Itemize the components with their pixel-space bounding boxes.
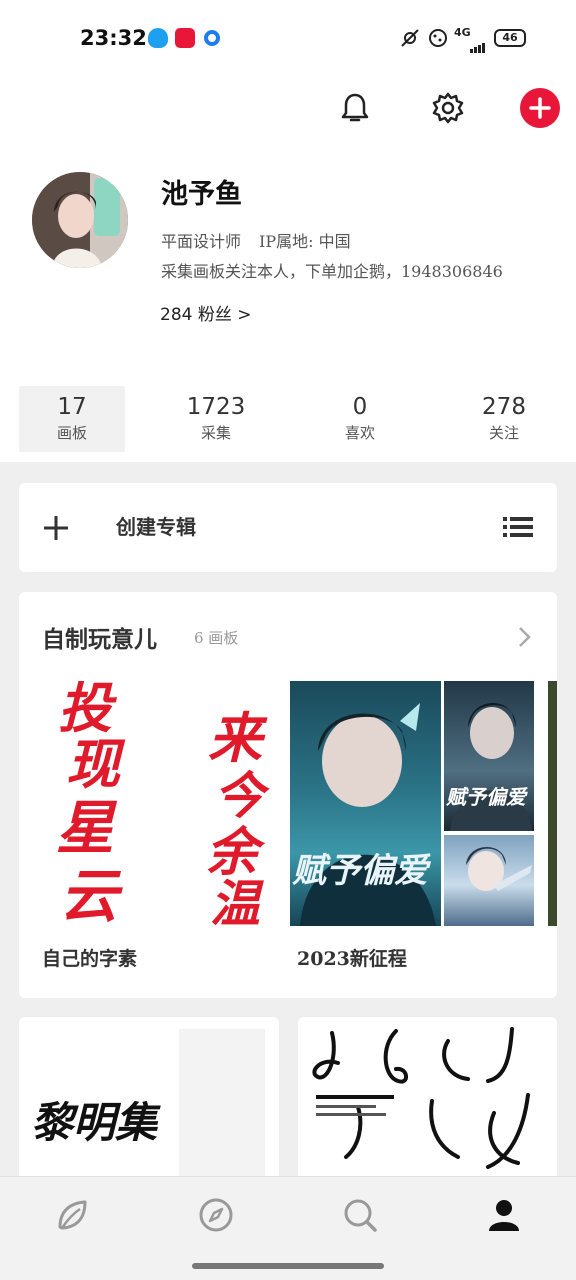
board-name: 自己的字素 xyxy=(42,948,138,970)
create-album-card[interactable]: 创建专辑 xyxy=(19,483,557,572)
leaf-icon xyxy=(58,1200,87,1230)
chevron-right-icon[interactable] xyxy=(517,626,533,648)
stat-number: 1723 xyxy=(186,394,246,420)
board-cover-poster-top[interactable]: 赋予偏爱 xyxy=(444,681,534,831)
add-button[interactable] xyxy=(520,88,560,128)
board-cover-calligraphy[interactable]: 投 现 星 云 来 今 余 温 xyxy=(38,681,282,926)
calligraphy-right-char: 今 xyxy=(214,766,264,825)
profile-name: 池予鱼 xyxy=(161,179,242,210)
board-cover-script xyxy=(312,1027,530,1169)
plus-icon xyxy=(529,97,551,119)
tab-search[interactable] xyxy=(340,1195,380,1235)
calligraphy-left-char: 投 xyxy=(58,681,112,740)
poster-title: 赋予偏爱 xyxy=(292,851,428,891)
board-card[interactable] xyxy=(298,1017,557,1187)
calligraphy-left-char: 云 xyxy=(60,862,119,926)
signal-icon xyxy=(470,38,486,53)
profile-bio: 采集画板关注本人，下单加企鹅，1948306846 xyxy=(161,262,503,281)
search-icon xyxy=(344,1199,377,1232)
stat-number: 0 xyxy=(352,394,368,420)
board-cover-partial xyxy=(548,681,557,926)
board-card[interactable]: 黎明集 xyxy=(19,1017,279,1187)
app-notification-icon xyxy=(175,28,195,48)
stat-likes[interactable]: 0 喜欢 xyxy=(307,386,413,452)
settings-button[interactable] xyxy=(428,88,468,128)
stat-boards[interactable]: 17 画板 xyxy=(19,386,125,452)
album-count: 6 画板 xyxy=(194,629,239,647)
stat-number: 278 xyxy=(482,394,526,420)
calligraphy-right-char: 余 xyxy=(206,822,259,883)
profile-meta: 平面设计师 IP属地: 中国 xyxy=(161,228,351,252)
create-album-label: 创建专辑 xyxy=(116,515,196,539)
profile-role: 平面设计师 xyxy=(161,232,242,251)
board-cover-placeholder xyxy=(179,1029,265,1187)
profile-ip: IP属地: 中国 xyxy=(259,232,351,251)
poster-title: 赋予偏爱 xyxy=(446,785,526,809)
notification-button[interactable] xyxy=(335,88,375,128)
avatar[interactable] xyxy=(32,172,128,268)
battery-indicator: 46 xyxy=(494,29,526,47)
stat-following[interactable]: 278 关注 xyxy=(451,386,557,452)
stat-number: 17 xyxy=(57,394,87,420)
album-card[interactable]: 自制玩意儿 6 画板 投 现 星 云 来 今 余 温 自己的字素 赋予偏爱 赋予… xyxy=(19,592,557,998)
calligraphy-left-char: 星 xyxy=(56,794,115,862)
calligraphy-right-char: 来 xyxy=(208,706,262,770)
compass-icon xyxy=(199,1198,233,1232)
gear-icon xyxy=(432,92,464,124)
cookie-icon xyxy=(428,28,448,48)
satellite-icon xyxy=(400,28,420,48)
board-cover-poster-main[interactable]: 赋予偏爱 xyxy=(290,681,441,926)
stat-label: 喜欢 xyxy=(344,424,375,442)
qq-icon xyxy=(148,28,168,48)
followers-link[interactable]: 284 粉丝 > xyxy=(160,300,252,325)
tab-home[interactable] xyxy=(52,1195,92,1235)
profile-header: 23:32 4G 46 池予鱼 平面设计师 IP属地: 中国 采集画板关注本人，… xyxy=(0,0,576,462)
tab-discover[interactable] xyxy=(196,1195,236,1235)
board-name: 2023新征程 xyxy=(297,948,407,970)
calligraphy-right-char: 温 xyxy=(210,874,260,927)
home-indicator[interactable] xyxy=(192,1263,384,1269)
album-title: 自制玩意儿 xyxy=(42,626,157,653)
calligraphy-left-char: 现 xyxy=(66,732,120,796)
plus-icon xyxy=(43,515,69,541)
list-view-icon[interactable] xyxy=(503,516,533,538)
stat-label: 关注 xyxy=(488,424,519,442)
network-type: 4G xyxy=(454,26,471,39)
stat-label: 画板 xyxy=(56,424,87,442)
stat-collections[interactable]: 1723 采集 xyxy=(163,386,269,452)
board-cover-poster-bottom[interactable] xyxy=(444,835,534,926)
browser-icon xyxy=(204,30,220,46)
stats-row: 17 画板 1723 采集 0 喜欢 278 关注 xyxy=(0,386,576,452)
profile-icon xyxy=(489,1200,519,1231)
tab-profile[interactable] xyxy=(484,1195,524,1235)
stat-label: 采集 xyxy=(200,424,231,442)
bell-icon xyxy=(341,93,369,122)
status-bar: 23:32 4G 46 xyxy=(0,0,576,78)
status-time: 23:32 xyxy=(80,26,147,50)
board-cover-title: 黎明集 xyxy=(31,1098,158,1147)
